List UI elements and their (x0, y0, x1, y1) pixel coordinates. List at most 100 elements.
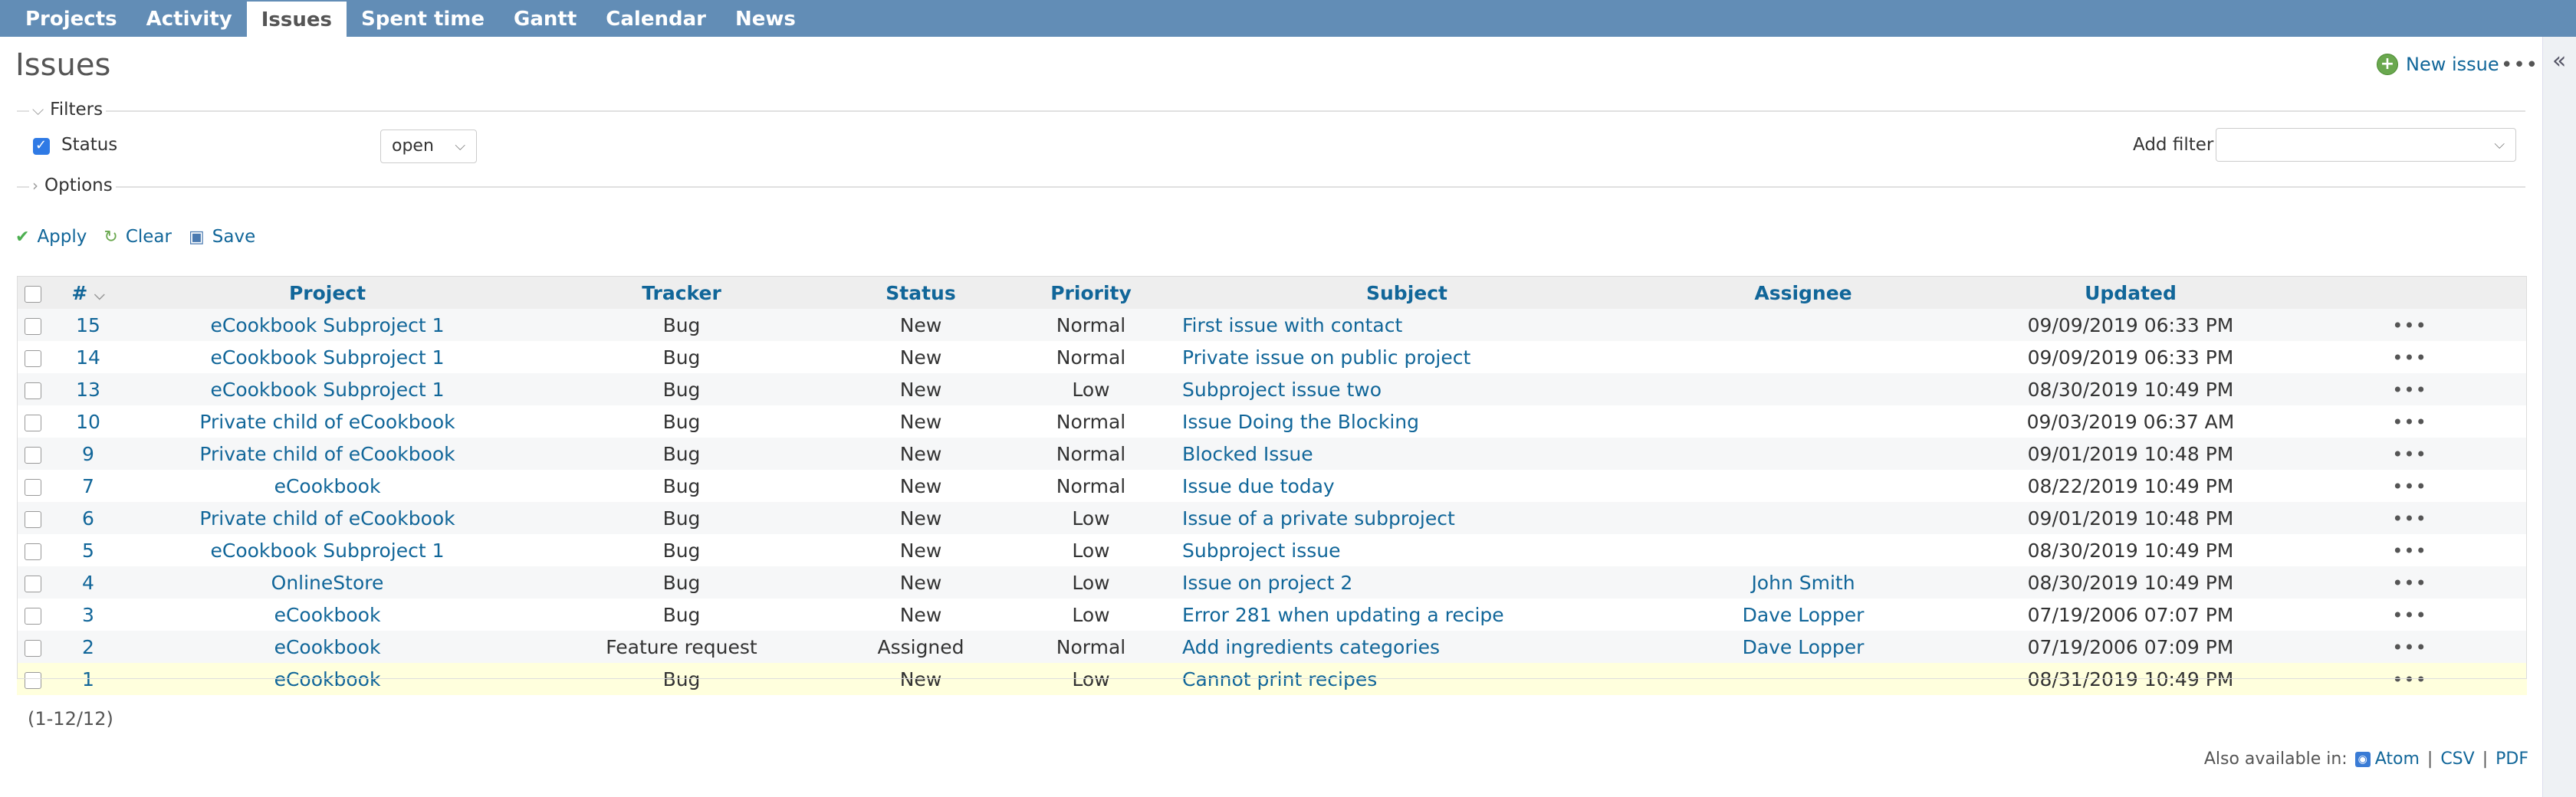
subject-link[interactable]: Subproject issue (1182, 540, 1341, 562)
table-row[interactable]: 6 Private child of eCookbook Bug New Low Issu… (17, 502, 2527, 534)
row-actions-icon[interactable]: ••• (2392, 637, 2426, 658)
issue-id-link[interactable]: 2 (82, 636, 94, 658)
table-row[interactable]: 3 eCookbook Bug New Low Error 281 when updati… (17, 599, 2527, 631)
table-row[interactable]: 2 eCookbook Feature request Assigned Normal A… (17, 631, 2527, 663)
subject-link[interactable]: First issue with contact (1182, 314, 1402, 336)
issue-id-link[interactable]: 3 (82, 604, 94, 626)
row-actions-icon[interactable]: ••• (2392, 315, 2426, 336)
subject-link[interactable]: Add ingredients categories (1182, 636, 1440, 658)
subject-link[interactable]: Private issue on public project (1182, 346, 1470, 369)
project-link[interactable]: Private child of eCookbook (199, 443, 455, 465)
issue-id-link[interactable]: 6 (82, 507, 94, 530)
row-checkbox[interactable] (25, 671, 41, 689)
row-checkbox[interactable] (25, 510, 41, 528)
subject-link[interactable]: Issue of a private subproject (1182, 507, 1455, 530)
sidebar-toggle[interactable]: « (2542, 37, 2576, 797)
row-actions-icon[interactable]: ••• (2392, 540, 2426, 562)
collapse-sidebar-icon[interactable]: « (2552, 48, 2566, 74)
options-legend[interactable]: › Options (29, 175, 116, 195)
subject-link[interactable]: Issue Doing the Blocking (1182, 411, 1419, 433)
row-actions-icon[interactable]: ••• (2392, 412, 2426, 433)
row-checkbox[interactable] (25, 478, 41, 496)
row-actions-icon[interactable]: ••• (2392, 476, 2426, 497)
atom-link[interactable]: Atom (2375, 749, 2420, 769)
project-link[interactable]: eCookbook (274, 636, 381, 658)
subject-link[interactable]: Error 281 when updating a recipe (1182, 604, 1504, 626)
row-actions-icon[interactable]: ••• (2392, 572, 2426, 594)
clear-label[interactable]: Clear (126, 227, 172, 247)
column-id-label[interactable]: # (71, 282, 87, 304)
project-link[interactable]: eCookbook Subproject 1 (211, 314, 445, 336)
row-actions-icon[interactable]: ••• (2392, 508, 2426, 530)
table-row[interactable]: 15 eCookbook Subproject 1 Bug New Normal Firs… (17, 309, 2527, 341)
subject-link[interactable]: Issue due today (1182, 475, 1335, 497)
issue-id-link[interactable]: 9 (82, 443, 94, 465)
column-tracker[interactable]: Tracker (527, 276, 836, 309)
new-issue-label[interactable]: New issue (2406, 54, 2499, 75)
new-issue-link[interactable]: + New issue (2377, 54, 2499, 75)
apply-button[interactable]: ✔ Apply (15, 227, 87, 247)
row-actions-icon[interactable]: ••• (2392, 379, 2426, 401)
column-id[interactable]: # ⌵ (49, 276, 127, 309)
row-actions-icon[interactable]: ••• (2392, 347, 2426, 369)
project-link[interactable]: eCookbook Subproject 1 (211, 379, 445, 401)
table-row[interactable]: 10 Private child of eCookbook Bug New Normal… (17, 405, 2527, 438)
row-checkbox[interactable] (25, 446, 41, 464)
column-project[interactable]: Project (127, 276, 527, 309)
row-checkbox[interactable] (25, 607, 41, 625)
project-link[interactable]: Private child of eCookbook (199, 507, 455, 530)
table-row[interactable]: 1 eCookbook Bug New Low Cannot print recipes 0… (17, 663, 2527, 695)
row-checkbox[interactable] (25, 543, 41, 560)
add-filter-select[interactable]: ⌵ (2216, 128, 2516, 162)
column-status[interactable]: Status (836, 276, 1006, 309)
issue-id-link[interactable]: 10 (76, 411, 100, 433)
select-all-checkbox[interactable] (25, 285, 41, 303)
issue-id-link[interactable]: 13 (76, 379, 100, 401)
issue-id-link[interactable]: 7 (82, 475, 94, 497)
row-checkbox[interactable] (25, 414, 41, 431)
project-link[interactable]: Private child of eCookbook (199, 411, 455, 433)
column-assignee[interactable]: Assignee (1638, 276, 1969, 309)
project-link[interactable]: eCookbook Subproject 1 (211, 346, 445, 369)
table-row[interactable]: 13 eCookbook Subproject 1 Bug New Low Subproj… (17, 373, 2527, 405)
table-row[interactable]: 14 eCookbook Subproject 1 Bug New Normal Priv… (17, 341, 2527, 373)
clear-button[interactable]: ↻ Clear (104, 227, 172, 247)
table-row[interactable]: 9 Private child of eCookbook Bug New Normal B… (17, 438, 2527, 470)
tab-activity[interactable]: Activity (132, 0, 247, 37)
row-actions-icon[interactable]: ••• (2392, 669, 2426, 690)
csv-link[interactable]: CSV (2440, 749, 2474, 769)
more-actions-icon[interactable]: ••• (2501, 54, 2538, 77)
issue-id-link[interactable]: 4 (82, 572, 94, 594)
table-row[interactable]: 5 eCookbook Subproject 1 Bug New Low Subproje… (17, 534, 2527, 566)
project-link[interactable]: eCookbook (274, 668, 381, 690)
tab-news[interactable]: News (721, 0, 810, 37)
issue-id-link[interactable]: 14 (76, 346, 100, 369)
project-link[interactable]: OnlineStore (271, 572, 384, 594)
save-label[interactable]: Save (212, 227, 255, 247)
subject-link[interactable]: Cannot print recipes (1182, 668, 1377, 690)
project-link[interactable]: eCookbook Subproject 1 (211, 540, 445, 562)
project-link[interactable]: eCookbook (274, 604, 381, 626)
column-updated[interactable]: Updated (1969, 276, 2292, 309)
row-checkbox[interactable] (25, 349, 41, 367)
issue-id-link[interactable]: 1 (82, 668, 94, 690)
column-subject[interactable]: Subject (1176, 276, 1638, 309)
assignee-link[interactable]: John Smith (1751, 572, 1855, 594)
project-link[interactable]: eCookbook (274, 475, 381, 497)
save-button[interactable]: ▣ Save (189, 227, 255, 247)
row-checkbox[interactable] (25, 575, 41, 592)
tab-gantt[interactable]: Gantt (499, 0, 591, 37)
issue-id-link[interactable]: 5 (82, 540, 94, 562)
column-priority[interactable]: Priority (1006, 276, 1176, 309)
table-row[interactable]: 4 OnlineStore Bug New Low Issue on project 2 J… (17, 566, 2527, 599)
subject-link[interactable]: Subproject issue two (1182, 379, 1382, 401)
assignee-link[interactable]: Dave Lopper (1743, 604, 1865, 626)
status-operator-select[interactable]: open ⌵ (380, 130, 477, 163)
tab-projects[interactable]: Projects (11, 0, 132, 37)
row-actions-icon[interactable]: ••• (2392, 605, 2426, 626)
row-checkbox[interactable] (25, 382, 41, 399)
tab-calendar[interactable]: Calendar (591, 0, 721, 37)
tab-spent-time[interactable]: Spent time (347, 0, 499, 37)
apply-label[interactable]: Apply (37, 227, 87, 247)
filters-legend[interactable]: ⌵ Filters (29, 100, 107, 120)
